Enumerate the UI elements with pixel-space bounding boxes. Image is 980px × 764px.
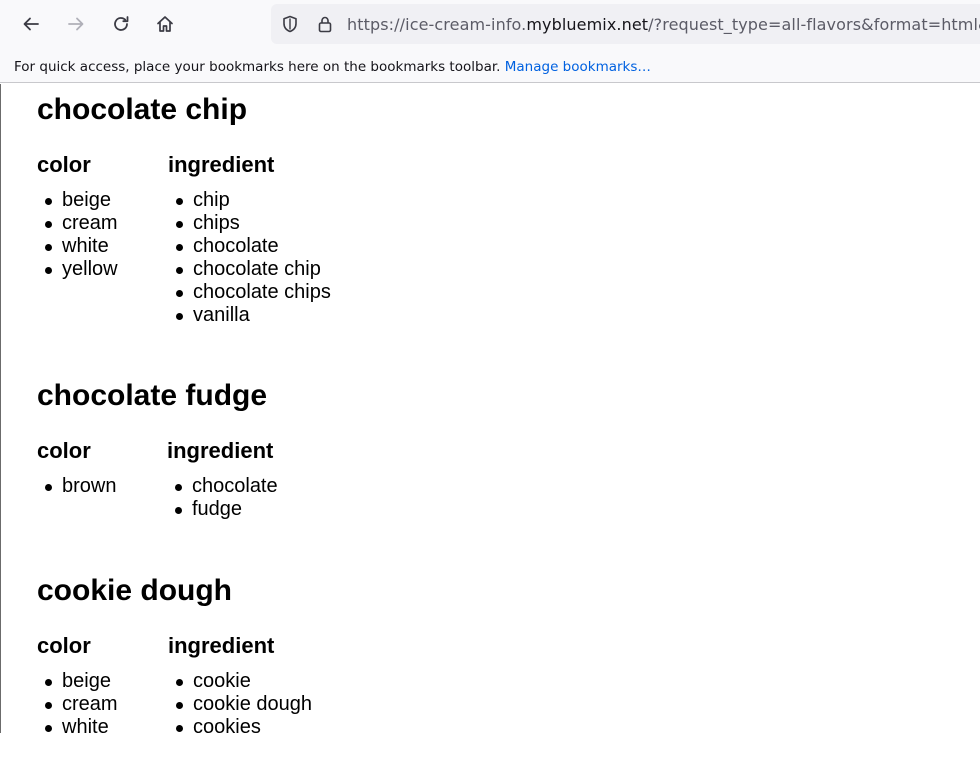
ingredient-heading: ingredient: [168, 152, 275, 177]
ingredient-list: cookie cookie dough cookies: [168, 670, 312, 733]
ingredient-list: chocolate fudge: [167, 475, 278, 521]
list-item: white: [37, 235, 118, 258]
color-heading: color: [37, 438, 91, 463]
list-item: yellow: [37, 258, 118, 281]
list-item: vanilla: [168, 304, 331, 327]
color-list: beige cream white: [37, 670, 118, 733]
ingredient-column: ingredient chocolate fudge: [167, 438, 278, 520]
reload-button[interactable]: [105, 8, 137, 40]
ingredient-column: ingredient chip chips chocolate chocolat…: [168, 152, 331, 326]
ingredient-heading: ingredient: [167, 438, 274, 463]
lock-icon[interactable]: [315, 14, 335, 34]
color-column: color brown: [37, 438, 116, 497]
list-item: chocolate chip: [168, 258, 331, 281]
list-item: cookie dough: [168, 693, 312, 716]
flavor-title: chocolate fudge: [37, 379, 268, 412]
bookmarks-message-line: For quick access, place your bookmarks h…: [14, 59, 651, 75]
list-item: chocolate chips: [168, 281, 331, 304]
ingredient-heading: ingredient: [168, 633, 275, 658]
color-list: beige cream white yellow: [37, 189, 118, 281]
arrow-left-icon: [23, 17, 39, 31]
list-item: chocolate: [168, 235, 331, 258]
flavor-title: cookie dough: [37, 574, 232, 607]
url-bar[interactable]: https://ice-cream-info.mybluemix.net/?re…: [271, 4, 980, 44]
home-icon: [157, 16, 173, 32]
ingredient-column: ingredient cookie cookie dough cookies: [168, 633, 312, 733]
color-column: color beige cream white: [37, 633, 118, 733]
list-item: fudge: [167, 498, 278, 521]
url-text[interactable]: https://ice-cream-info.mybluemix.net/?re…: [347, 15, 980, 34]
list-item: chips: [168, 212, 331, 235]
url-prefix: https://ice-cream-info.: [347, 15, 527, 34]
url-suffix: /?request_type=all-flavors&format=html&t…: [648, 15, 980, 34]
arrow-right-icon: [68, 17, 84, 31]
list-item: beige: [37, 670, 118, 693]
page-content: chocolate chip color beige cream white y…: [0, 84, 980, 733]
list-item: beige: [37, 189, 118, 212]
list-item: cream: [37, 212, 118, 235]
browser-toolbar: https://ice-cream-info.mybluemix.net/?re…: [0, 0, 980, 48]
home-button[interactable]: [149, 8, 181, 40]
shield-icon[interactable]: [280, 14, 300, 34]
list-item: cookies: [168, 716, 312, 733]
flavor-title: chocolate chip: [37, 93, 248, 126]
ingredient-list: chip chips chocolate chocolate chip choc…: [168, 189, 331, 327]
color-list: brown: [37, 475, 116, 498]
manage-bookmarks-link[interactable]: Manage bookmarks…: [505, 59, 651, 75]
color-column: color beige cream white yellow: [37, 152, 118, 280]
list-item: brown: [37, 475, 116, 498]
color-heading: color: [37, 152, 91, 177]
url-host: mybluemix.net: [526, 15, 649, 34]
list-item: chocolate: [167, 475, 278, 498]
reload-icon: [114, 16, 129, 31]
bookmarks-message: For quick access, place your bookmarks h…: [14, 59, 501, 75]
list-item: white: [37, 716, 118, 733]
bookmarks-toolbar: For quick access, place your bookmarks h…: [0, 48, 980, 83]
list-item: cookie: [168, 670, 312, 693]
back-button[interactable]: [15, 8, 47, 40]
list-item: chip: [168, 189, 331, 212]
list-item: cream: [37, 693, 118, 716]
color-heading: color: [37, 633, 91, 658]
forward-button[interactable]: [60, 8, 92, 40]
